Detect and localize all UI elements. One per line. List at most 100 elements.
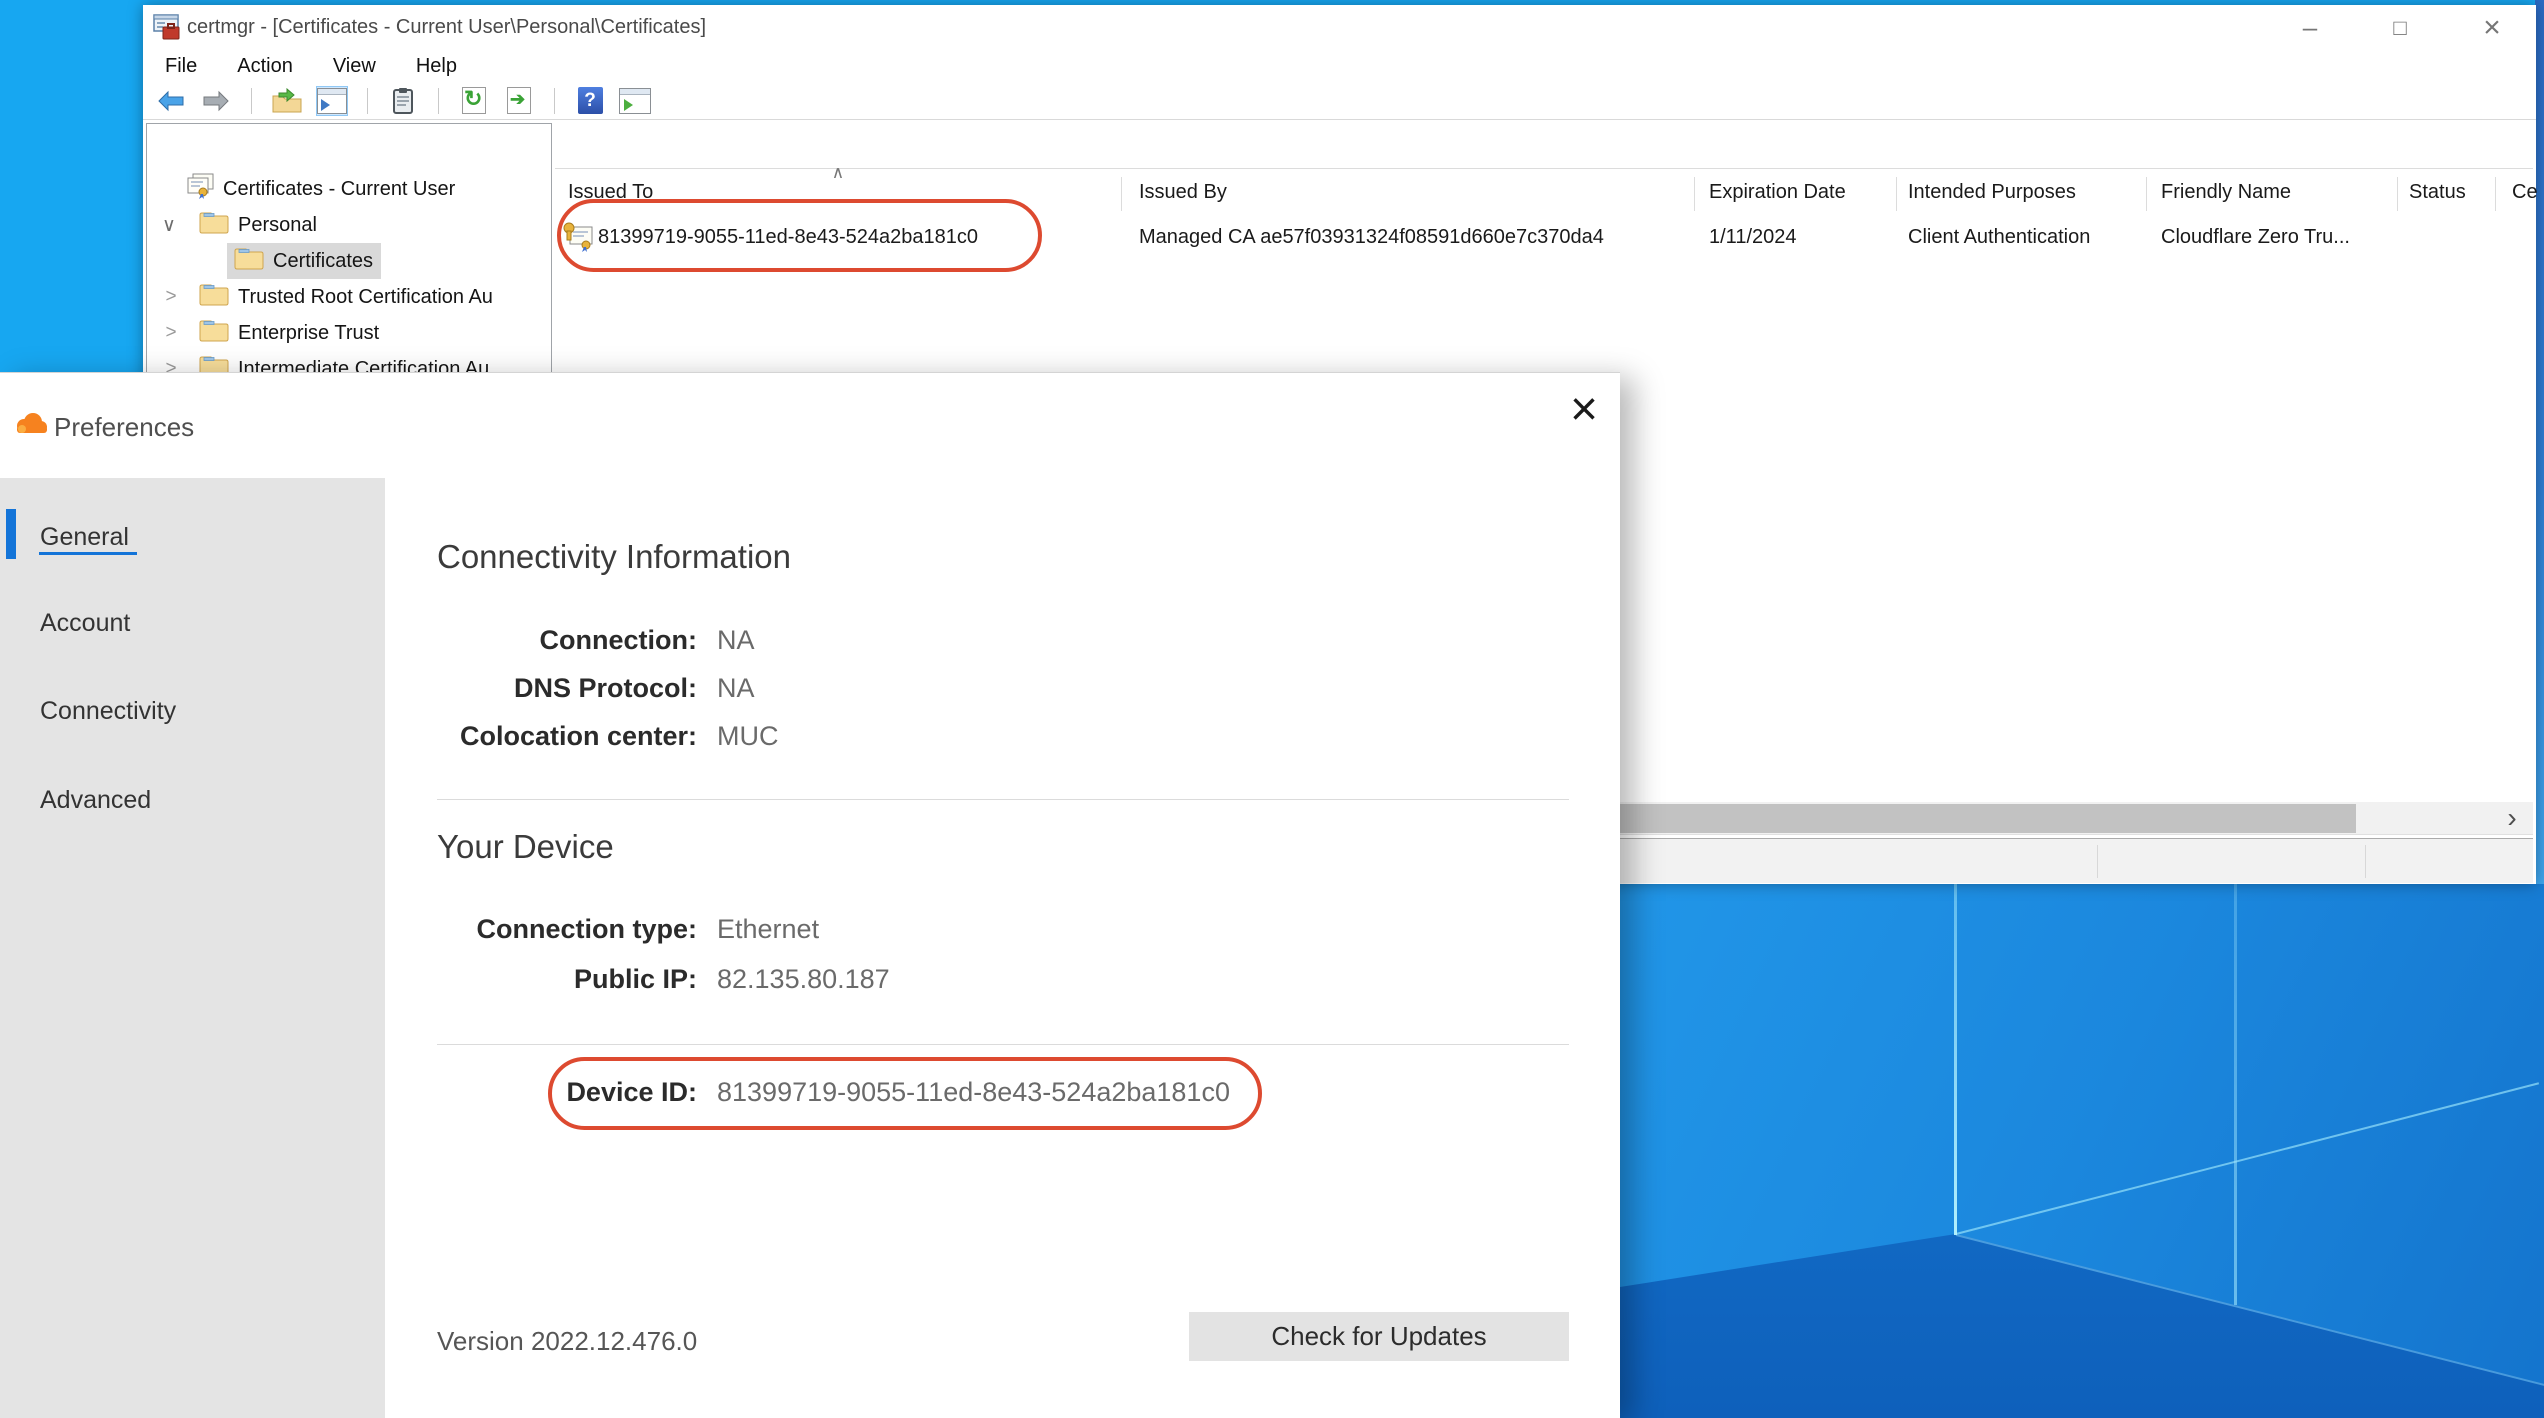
certmgr-app-icon [153,13,181,46]
selected-tab-bar [6,509,16,559]
red-circle-annotation-device-id [548,1057,1262,1130]
selected-tab-underline [39,552,137,555]
public-ip-value: 82.135.80.187 [717,964,890,995]
menu-help[interactable]: Help [416,55,457,78]
action-pane-button[interactable] [619,86,651,116]
tree-item-trusted-root[interactable]: > Trusted Root Certification Au [147,279,551,315]
close-button[interactable]: × [2457,5,2527,50]
wallpaper-light-ray [1956,1082,2539,1235]
public-ip-label: Public IP: [420,964,697,995]
sidebar-item-general[interactable]: General [40,523,129,552]
connection-type-value: Ethernet [717,914,819,945]
section-divider [437,799,1569,800]
tree-item-certificates-current-user[interactable]: Certificates - Current User [147,171,551,207]
open-folder-button[interactable] [271,86,303,116]
chevron-right-icon[interactable]: > [161,286,181,308]
column-header-status[interactable]: Status [2398,177,2496,211]
certificates-store-icon [186,172,216,206]
dialog-title: Preferences [54,409,194,445]
tree-item-certificates[interactable]: Certificates [147,243,551,279]
help-icon: ? [578,87,603,114]
maximize-button[interactable]: □ [2365,5,2435,50]
back-button[interactable] [155,86,187,116]
menu-action[interactable]: Action [237,55,293,78]
connection-value: NA [717,625,755,656]
tree-selection: Certificates [227,243,381,279]
tree-item-personal[interactable]: ∨ Personal [147,207,551,243]
preferences-sidebar: General Account Connectivity Advanced [0,478,385,1418]
console-tree-icon [317,88,347,114]
sidebar-item-advanced[interactable]: Advanced [40,786,151,815]
column-header-issued-by[interactable]: Issued By [1122,177,1695,211]
colocation-center-value: MUC [717,721,779,752]
window-title: certmgr - [Certificates - Current User\P… [187,5,706,50]
minimize-button[interactable]: – [2275,5,2345,50]
folder-icon [198,317,230,349]
screen: certmgr - [Certificates - Current User\P… [0,0,2544,1418]
desktop-wallpaper [1620,884,2544,1418]
menu-view[interactable]: View [333,55,376,78]
wallpaper-window-edge [1954,884,1957,1235]
connection-type-label: Connection type: [420,914,697,945]
menubar: File Action View Help [143,50,2536,82]
cloudflare-logo-icon [13,411,49,442]
tree-item-label: Enterprise Trust [238,322,379,345]
toolbar-separator [438,88,439,114]
section-divider [437,1044,1569,1045]
menu-file[interactable]: File [165,55,197,78]
scroll-right-button[interactable]: › [2493,804,2531,833]
folder-icon [198,281,230,313]
back-arrow-icon [158,90,184,112]
cell-issued-by: Managed CA ae57f03931324f08591d660e7c370… [1139,219,1604,255]
column-header-friendly-name[interactable]: Friendly Name [2147,177,2398,211]
forward-arrow-icon [203,90,229,112]
statusbar-separator [2365,845,2366,878]
chevron-right-icon[interactable]: > [161,322,181,344]
show-console-tree-button[interactable] [316,86,348,116]
statusbar-separator [2097,845,2098,878]
dns-protocol-value: NA [717,673,755,704]
tree-item-label: Trusted Root Certification Au [238,286,493,309]
version-text: Version 2022.12.476.0 [437,1326,697,1357]
colocation-center-label: Colocation center: [420,721,697,752]
dialog-close-button[interactable]: × [1556,383,1612,437]
tree-item-label: Certificates [273,250,373,273]
cell-expiration-date: 1/11/2024 [1709,219,1797,255]
forward-button[interactable] [200,86,232,116]
toolbar-separator [367,88,368,114]
toolbar-separator [251,88,252,114]
tree-item-label: Certificates - Current User [223,178,455,201]
refresh-button[interactable]: ↻ [458,86,490,116]
refresh-icon: ↻ [462,87,486,114]
section-title-your-device: Your Device [437,828,614,866]
dns-protocol-label: DNS Protocol: [420,673,697,704]
cell-friendly-name: Cloudflare Zero Tru... [2161,219,2350,255]
folder-icon [233,245,265,277]
toolbar-separator [554,88,555,114]
sidebar-item-connectivity[interactable]: Connectivity [40,697,176,726]
column-header-certificate[interactable]: Ce [2496,177,2533,211]
help-button[interactable]: ? [574,86,606,116]
column-header-expiration-date[interactable]: Expiration Date [1695,177,1897,211]
cell-intended-purposes: Client Authentication [1908,219,2090,255]
sidebar-item-account[interactable]: Account [40,609,130,638]
action-pane-icon [619,88,651,114]
red-circle-annotation-issued-to [557,199,1042,272]
preferences-dialog: Preferences × General Account Connectivi… [0,372,1620,1418]
toolbar: ↻ ➔ ? [143,82,2536,120]
export-list-button[interactable]: ➔ [503,86,535,116]
folder-arrow-icon [272,88,302,114]
certmgr-titlebar: certmgr - [Certificates - Current User\P… [143,5,2536,50]
chevron-down-icon[interactable]: ∨ [159,214,179,237]
clipboard-icon [392,87,414,115]
wallpaper-window-edge [2234,884,2237,1305]
folder-icon [198,209,230,241]
tree-item-enterprise-trust[interactable]: > Enterprise Trust [147,315,551,351]
desktop-right-strip [2535,0,2544,884]
tree-item-label: Personal [238,214,317,237]
check-for-updates-button[interactable]: Check for Updates [1189,1312,1569,1361]
section-title-connectivity-information: Connectivity Information [437,538,791,576]
paste-button[interactable] [387,86,419,116]
column-header-intended-purposes[interactable]: Intended Purposes [1897,177,2147,211]
connection-label: Connection: [420,625,697,656]
